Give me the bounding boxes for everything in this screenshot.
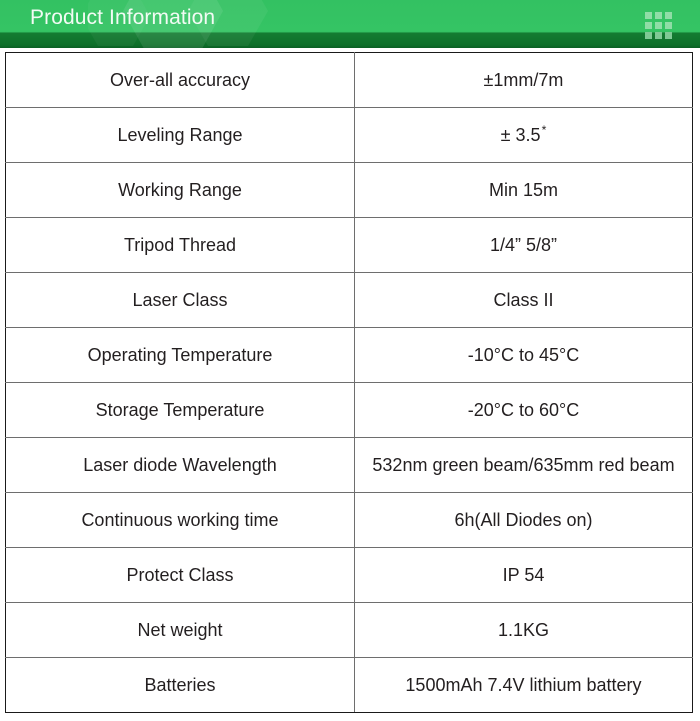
table-row: Operating Temperature -10°C to 45°C — [5, 327, 693, 383]
grid-cell — [655, 22, 662, 29]
grid-cell — [665, 12, 672, 19]
spec-value-cell: ±1mm/7m — [354, 52, 693, 108]
spec-label-cell: Leveling Range — [5, 107, 355, 163]
specification-table-body: Over-all accuracy ±1mm/7m Leveling Range ± … — [5, 52, 693, 713]
table-row: Net weight 1.1KG — [5, 602, 693, 658]
table-row: Storage Temperature -20°C to 60°C — [5, 382, 693, 438]
spec-value-cell: 1500mAh 7.4V lithium battery — [354, 657, 693, 713]
specification-table: Over-all accuracy ±1mm/7m Leveling Range ± … — [5, 52, 693, 713]
table-row: Working Range Min 15m — [5, 162, 693, 218]
table-row: Protect Class IP 54 — [5, 547, 693, 603]
table-row: Continuous working time 6h(All Diodes on) — [5, 492, 693, 548]
table-row: Leveling Range ± 3.5* — [5, 107, 693, 163]
spec-value-cell: -10°C to 45°C — [354, 327, 693, 383]
spec-value-cell: Class II — [354, 272, 693, 328]
product-information-banner: Product Information — [0, 0, 700, 48]
spec-value-cell: 6h(All Diodes on) — [354, 492, 693, 548]
grid-3x3-icon[interactable] — [645, 12, 673, 39]
spec-label-cell: Continuous working time — [5, 492, 355, 548]
spec-label-cell: Protect Class — [5, 547, 355, 603]
spec-value-cell: IP 54 — [354, 547, 693, 603]
table-row: Laser Class Class II — [5, 272, 693, 328]
grid-cell — [665, 32, 672, 39]
spec-label-cell: Tripod Thread — [5, 217, 355, 273]
spec-value-cell: 1/4” 5/8” — [354, 217, 693, 273]
grid-cell — [645, 22, 652, 29]
grid-cell — [655, 32, 662, 39]
table-row: Batteries 1500mAh 7.4V lithium battery — [5, 657, 693, 713]
spec-value-cell: -20°C to 60°C — [354, 382, 693, 438]
spec-value-cell: 532nm green beam/635mm red beam — [354, 437, 693, 493]
spec-label-cell: Working Range — [5, 162, 355, 218]
spec-label-cell: Net weight — [5, 602, 355, 658]
spec-label-cell: Storage Temperature — [5, 382, 355, 438]
grid-cell — [655, 12, 662, 19]
spec-label-cell: Over-all accuracy — [5, 52, 355, 108]
table-row: Over-all accuracy ±1mm/7m — [5, 52, 693, 108]
spec-label-cell: Laser diode Wavelength — [5, 437, 355, 493]
grid-cell — [645, 32, 652, 39]
spec-value-cell: Min 15m — [354, 162, 693, 218]
grid-cell — [645, 12, 652, 19]
specification-table-container: Over-all accuracy ±1mm/7m Leveling Range ± … — [5, 52, 693, 713]
spec-label-cell: Batteries — [5, 657, 355, 713]
spec-label-cell: Laser Class — [5, 272, 355, 328]
spec-value-superscript: * — [541, 122, 547, 137]
table-row: Tripod Thread 1/4” 5/8” — [5, 217, 693, 273]
spec-value-text: ± 3.5 — [500, 124, 541, 145]
page-title: Product Information — [30, 6, 216, 29]
spec-label-cell: Operating Temperature — [5, 327, 355, 383]
spec-value-cell: 1.1KG — [354, 602, 693, 658]
grid-cell — [665, 22, 672, 29]
spec-value-cell: ± 3.5* — [354, 107, 693, 163]
table-row: Laser diode Wavelength 532nm green beam/6… — [5, 437, 693, 493]
